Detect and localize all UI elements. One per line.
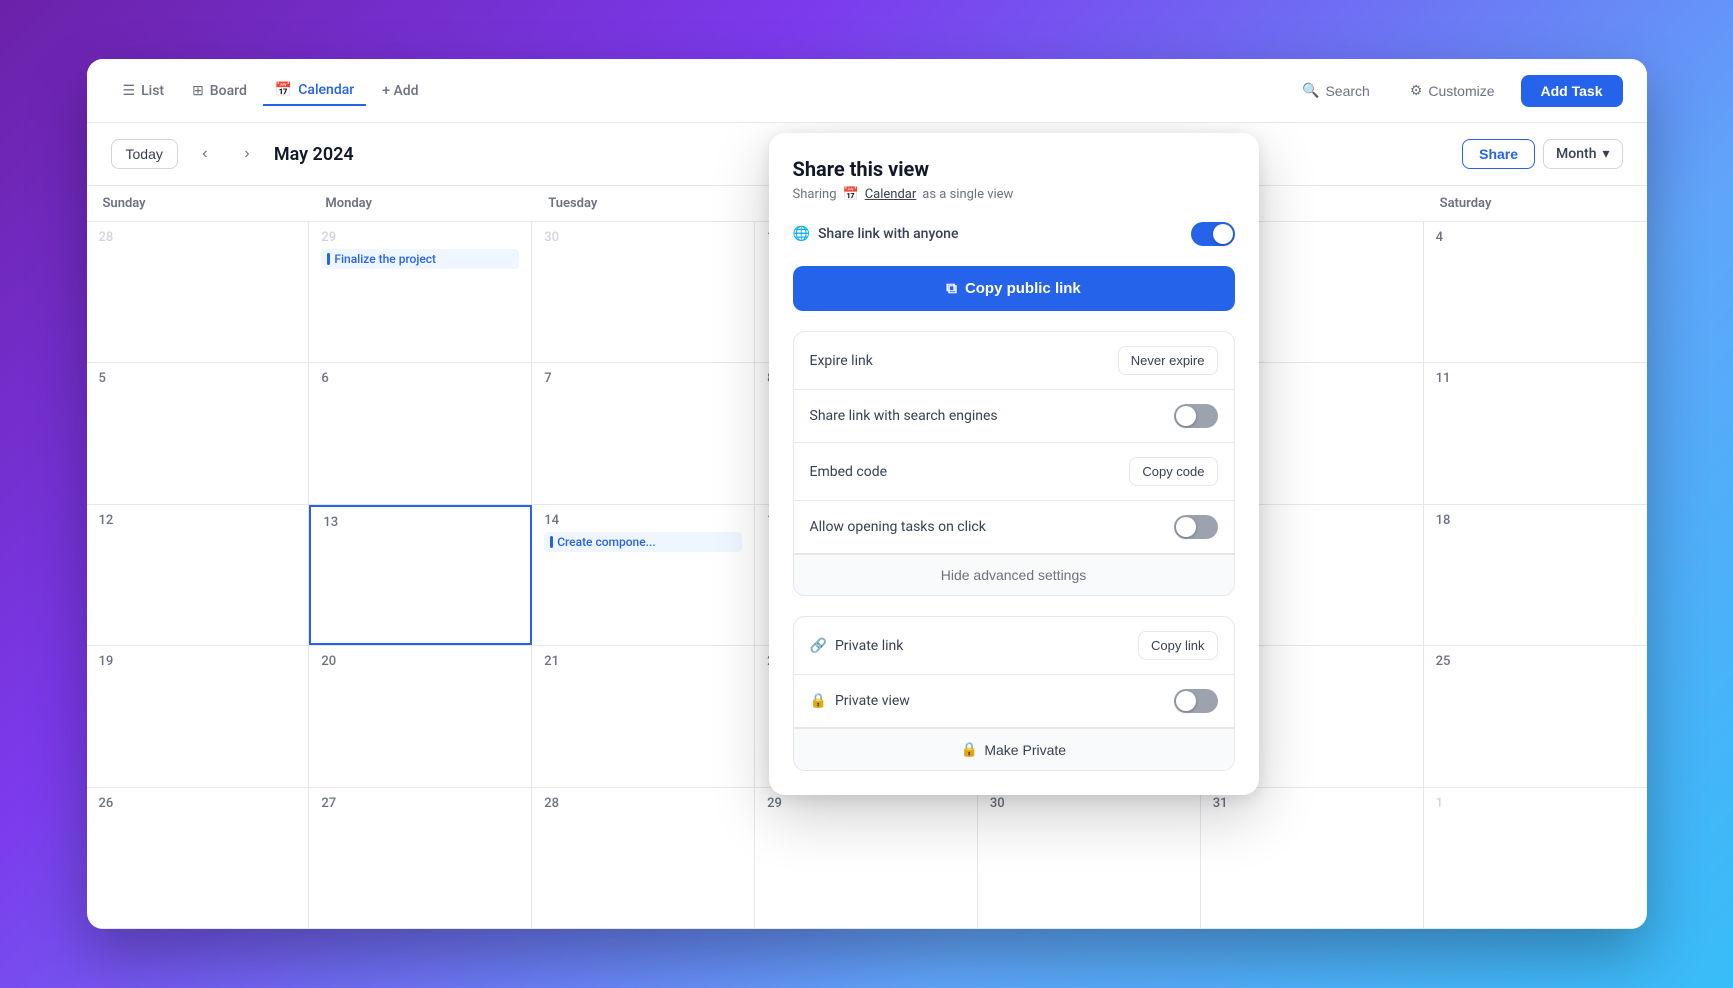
share-link-text: Share link with anyone [818,226,959,242]
search-icon: 🔍 [1302,82,1319,99]
expire-link-row: Expire link Never expire [794,332,1234,390]
dialog-title: Share this view [793,157,1235,181]
add-nav-item[interactable]: + Add [370,77,430,105]
add-task-button[interactable]: Add Task [1521,75,1623,107]
copy-public-link-label: Copy public link [965,280,1081,297]
app-window: ☰ List ⊞ Board 📅 Calendar + Add 🔍 Search [87,59,1647,929]
lock-icon: 🔒 [810,693,827,709]
embed-code-row: Embed code Copy code [794,443,1234,501]
never-expire-label: Never expire [1131,353,1205,368]
copy-public-link-button[interactable]: ⧉ Copy public link [793,266,1235,311]
private-view-row: 🔒 Private view [794,675,1234,728]
add-task-label: Add Task [1541,83,1603,99]
sharing-text: Sharing [793,187,837,202]
customize-label: Customize [1428,83,1494,99]
add-label: + Add [382,83,418,99]
advanced-section: Expire link Never expire Share link with… [793,331,1235,596]
private-view-text: Private view [835,693,910,709]
board-label: Board [210,83,247,99]
globe-icon: 🌐 [793,226,810,242]
calendar-label: Calendar [298,82,354,98]
make-private-label: Make Private [984,742,1066,758]
search-button[interactable]: 🔍 Search [1288,74,1384,107]
toolbar: ☰ List ⊞ Board 📅 Calendar + Add 🔍 Search [87,59,1647,123]
search-label: Search [1325,83,1369,99]
as-single-view-text: as a single view [922,187,1013,202]
allow-tasks-label: Allow opening tasks on click [810,519,986,535]
calendar-subtitle-text: Calendar [865,187,917,202]
search-engines-row: Share link with search engines [794,390,1234,443]
search-engines-label: Share link with search engines [810,408,998,424]
board-nav-item[interactable]: ⊞ Board [180,77,259,105]
board-icon: ⊞ [192,83,204,99]
toolbar-right: 🔍 Search ⚙ Customize Add Task [1288,74,1622,107]
hide-advanced-button[interactable]: Hide advanced settings [794,554,1234,595]
share-link-toggle[interactable] [1191,222,1235,246]
private-link-label: 🔗 Private link [810,638,904,654]
main-content: Today ‹ › May 2024 Share Month ▾ [87,123,1647,929]
private-link-row: 🔗 Private link Copy link [794,617,1234,675]
copy-link-label: Copy link [1151,638,1204,653]
lock-make-private-icon: 🔒 [961,741,978,758]
dialog-subtitle: Sharing 📅 Calendar as a single view [793,187,1235,202]
copy-link-button[interactable]: Copy link [1138,631,1217,660]
dialog-body: 🌐 Share link with anyone ⧉ [769,218,1259,795]
private-link-text: Private link [835,638,903,654]
share-link-toggle-comp[interactable] [1191,222,1235,246]
list-nav-item[interactable]: ☰ List [111,77,177,105]
customize-button[interactable]: ⚙ Customize [1396,74,1509,107]
never-expire-button[interactable]: Never expire [1118,346,1218,375]
nav-items: ☰ List ⊞ Board 📅 Calendar + Add [111,76,431,106]
calendar-icon: 📅 [275,82,292,98]
share-dialog: Share this view Sharing 📅 Calendar as a … [769,133,1259,795]
private-section: 🔗 Private link Copy link 🔒 Private [793,616,1235,771]
link-icon: 🔗 [810,638,827,654]
calendar-nav-item[interactable]: 📅 Calendar [263,76,366,106]
private-view-label: 🔒 Private view [810,693,910,709]
dialog-overlay: Share this view Sharing 📅 Calendar as a … [87,123,1647,929]
search-engines-toggle[interactable] [1174,404,1218,428]
allow-tasks-toggle[interactable] [1174,515,1218,539]
gear-icon: ⚙ [1410,82,1423,99]
calendar-subtitle-icon: 📅 [843,187,859,202]
allow-tasks-row: Allow opening tasks on click [794,501,1234,554]
share-toggle-row: 🌐 Share link with anyone [793,218,1235,250]
private-view-toggle[interactable] [1174,689,1218,713]
list-icon: ☰ [123,83,136,99]
make-private-button[interactable]: 🔒 Make Private [794,728,1234,770]
hide-advanced-label: Hide advanced settings [941,567,1087,583]
list-label: List [141,83,164,99]
copy-code-label: Copy code [1142,464,1204,479]
embed-code-label: Embed code [810,464,888,480]
share-toggle-label: 🌐 Share link with anyone [793,226,959,242]
copy-code-button[interactable]: Copy code [1129,457,1217,486]
copy-icon: ⧉ [946,280,957,297]
dialog-header: Share this view Sharing 📅 Calendar as a … [769,133,1259,218]
expire-link-label: Expire link [810,353,873,369]
